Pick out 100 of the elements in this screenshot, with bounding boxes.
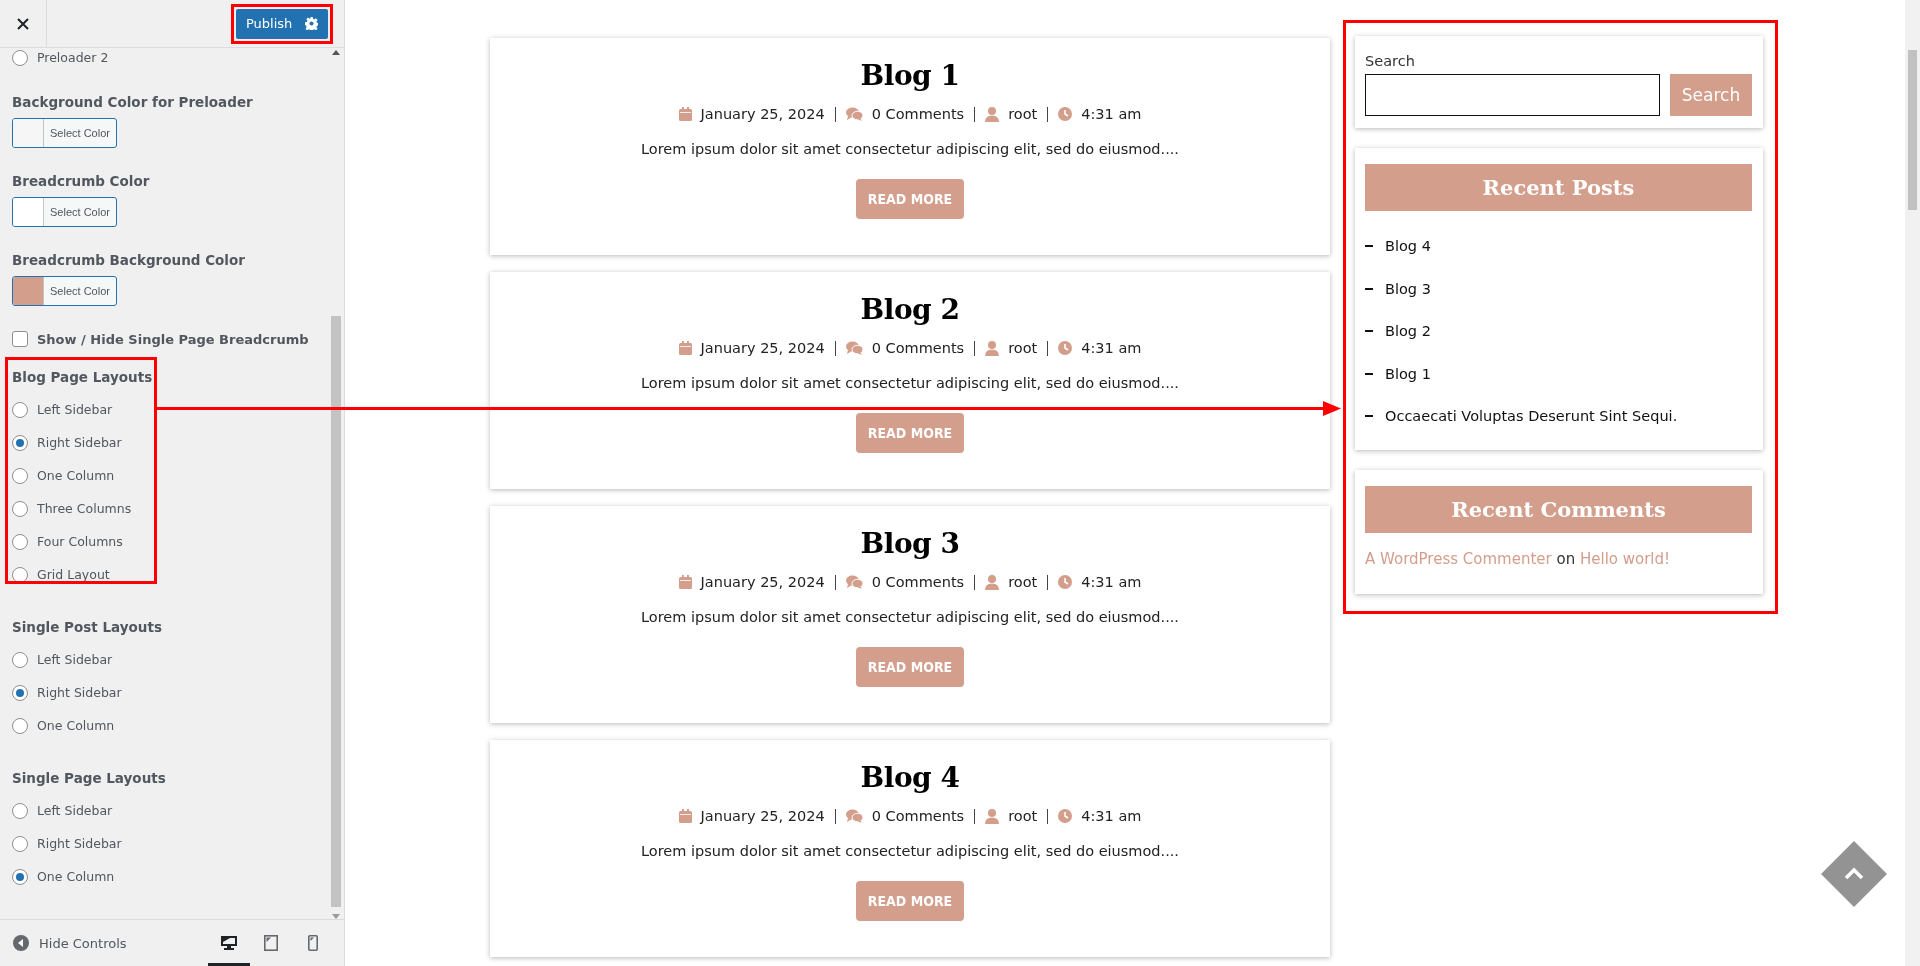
hide-controls-button[interactable]: Hide Controls: [13, 935, 127, 951]
color-picker-button[interactable]: Select Color: [12, 118, 117, 148]
user-icon: [985, 106, 1000, 122]
post-date: January 25, 2024: [700, 574, 825, 590]
post-excerpt: Lorem ipsum dolor sit amet consectetur adipiscing elit, sed do eiusmod....: [641, 141, 1179, 157]
radio-button[interactable]: [12, 500, 28, 517]
radio-option[interactable]: Left Sidebar: [12, 393, 318, 426]
post-excerpt: Lorem ipsum dolor sit amet consectetur adipiscing elit, sed do eiusmod....: [641, 375, 1179, 391]
post-author: root: [1008, 340, 1038, 356]
radio-option[interactable]: Right Sidebar: [12, 426, 318, 459]
section-heading: Breadcrumb Color: [12, 173, 151, 189]
comments-icon: [845, 107, 863, 121]
comment-count: 0 Comments: [871, 106, 965, 122]
post-date: January 25, 2024: [700, 106, 825, 122]
desktop-icon: [221, 936, 237, 950]
dash-mark: [1365, 415, 1373, 418]
recent-post-link[interactable]: Blog 3: [1385, 280, 1431, 297]
tablet-icon: [264, 935, 278, 951]
user-icon: [985, 340, 1000, 356]
phone-icon: [308, 935, 318, 951]
radio-option[interactable]: Grid Layout: [12, 558, 318, 591]
radio-option[interactable]: Left Sidebar: [12, 794, 318, 827]
post-title[interactable]: Blog 3: [860, 526, 960, 562]
user-icon: [985, 808, 1000, 824]
radio-button[interactable]: [12, 566, 28, 583]
radio-option[interactable]: One Column: [12, 459, 318, 492]
checkbox[interactable]: [12, 331, 28, 347]
radio-option[interactable]: One Column: [12, 860, 318, 893]
post-title[interactable]: Blog 2: [860, 292, 960, 328]
back-to-top-button[interactable]: [1821, 841, 1887, 907]
radio-button[interactable]: [12, 434, 28, 451]
color-picker-button[interactable]: Select Color: [12, 276, 117, 306]
post-time: 4:31 am: [1081, 574, 1142, 590]
comment-count: 0 Comments: [871, 340, 965, 356]
post-time: 4:31 am: [1081, 340, 1142, 356]
recent-comment: A WordPress Commenter on Hello world!: [1365, 549, 1672, 568]
comments-icon: [845, 809, 863, 823]
section-heading: Blog Page Layouts: [12, 369, 154, 385]
radio-button[interactable]: [12, 835, 28, 852]
radio-button[interactable]: [12, 401, 28, 418]
dash-mark: [1365, 372, 1373, 375]
gear-icon: [305, 17, 318, 30]
clock-icon: [1058, 809, 1073, 823]
recent-post-link[interactable]: Blog 4: [1385, 238, 1431, 255]
collapse-icon: [13, 935, 29, 951]
post-date: January 25, 2024: [700, 808, 825, 824]
radio-option[interactable]: Left Sidebar: [12, 643, 318, 676]
checkbox-option[interactable]: Show / Hide Single Page Breadcrumb: [12, 331, 318, 347]
user-icon: [985, 574, 1000, 590]
radio-option[interactable]: Four Columns: [12, 525, 318, 558]
recent-post-link[interactable]: Blog 1: [1385, 365, 1431, 382]
clock-icon: [1058, 107, 1073, 121]
radio-option[interactable]: Right Sidebar: [12, 827, 318, 860]
radio-button[interactable]: [12, 467, 28, 484]
section-heading: Single Post Layouts: [12, 619, 163, 635]
radio-option[interactable]: Right Sidebar: [12, 676, 318, 709]
calendar-icon: [678, 809, 692, 823]
radio-button[interactable]: [12, 868, 28, 885]
scroll-down-icon[interactable]: [332, 914, 340, 919]
comment-count: 0 Comments: [871, 808, 965, 824]
radio-button[interactable]: [12, 802, 28, 819]
dash-mark: [1365, 287, 1373, 290]
publish-button[interactable]: Publish: [236, 8, 328, 39]
radio-button[interactable]: [12, 717, 28, 734]
radio-button[interactable]: [12, 49, 28, 66]
post-title[interactable]: Blog 4: [860, 760, 960, 796]
close-icon: [17, 17, 29, 30]
widget-title: Recent Posts: [1365, 164, 1752, 211]
post-excerpt: Lorem ipsum dolor sit amet consectetur adipiscing elit, sed do eiusmod....: [641, 609, 1179, 625]
clock-icon: [1058, 575, 1073, 589]
comments-icon: [845, 341, 863, 355]
radio-option[interactable]: Preloader 2: [12, 48, 318, 74]
post-title[interactable]: Blog 1: [860, 58, 960, 94]
recent-post-link[interactable]: Blog 2: [1385, 323, 1431, 340]
post-author: root: [1008, 574, 1038, 590]
radio-button[interactable]: [12, 651, 28, 668]
calendar-icon: [678, 575, 692, 589]
post-time: 4:31 am: [1081, 808, 1142, 824]
section-heading: Breadcrumb Background Color: [12, 252, 246, 268]
recent-post-link[interactable]: Occaecati Voluptas Deserunt Sint Sequi.: [1385, 408, 1678, 425]
radio-option[interactable]: One Column: [12, 709, 318, 742]
comments-icon: [845, 575, 863, 589]
comment-count: 0 Comments: [871, 574, 965, 590]
search-field[interactable]: [1365, 74, 1660, 116]
dash-mark: [1365, 245, 1373, 248]
post-author: root: [1008, 106, 1038, 122]
scroll-up-icon[interactable]: [332, 50, 340, 55]
radio-button[interactable]: [12, 533, 28, 550]
search-label: Search: [1365, 53, 1416, 69]
scrollbar-thumb[interactable]: [1908, 50, 1917, 210]
radio-button[interactable]: [12, 684, 28, 701]
scrollbar[interactable]: [331, 48, 341, 919]
scrollbar[interactable]: [1905, 0, 1920, 966]
post-author: root: [1008, 808, 1038, 824]
clock-icon: [1058, 341, 1073, 355]
radio-option[interactable]: Three Columns: [12, 492, 318, 525]
post-time: 4:31 am: [1081, 106, 1142, 122]
post-date: January 25, 2024: [700, 340, 825, 356]
post-excerpt: Lorem ipsum dolor sit amet consectetur adipiscing elit, sed do eiusmod....: [641, 843, 1179, 859]
color-picker-button[interactable]: Select Color: [12, 197, 117, 227]
